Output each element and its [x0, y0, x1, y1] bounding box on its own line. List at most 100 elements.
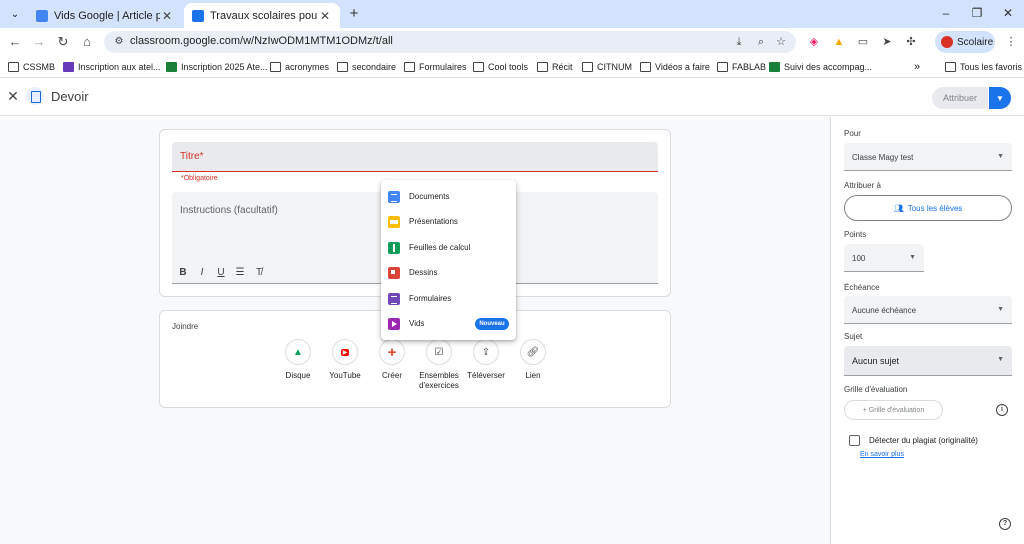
menu-item-drawings[interactable]: Dessins [381, 260, 516, 285]
close-window-icon[interactable]: ✕ [1000, 6, 1016, 20]
bookmark-all[interactable]: Tous les favoris [945, 60, 1022, 74]
title-placeholder: Titre* [180, 151, 204, 162]
folder-icon [945, 62, 956, 72]
back-arrow-icon[interactable]: ← [7, 34, 23, 50]
folder-icon [640, 62, 651, 72]
folder-icon [8, 62, 19, 72]
attach-link-button[interactable]: 🔗︎ Lien [503, 339, 563, 381]
bookmark-item[interactable]: Inscription 2025 Ate... [166, 60, 268, 74]
title-input[interactable]: Titre* [172, 142, 658, 172]
help-icon[interactable]: ? [999, 518, 1011, 530]
bookmark-item[interactable]: Formulaires [404, 60, 467, 74]
extension-icon[interactable]: ▲ [831, 34, 847, 50]
classroom-favicon-icon [192, 9, 204, 22]
avatar [941, 36, 953, 48]
bold-icon[interactable]: B [176, 266, 190, 280]
profile-button[interactable]: Scolaire [935, 31, 995, 53]
cursor-extension-icon[interactable]: ➤ [879, 34, 895, 50]
folder-icon [270, 62, 281, 72]
browser-tabstrip: ⌄ Vids Google | Article pédagogiqu ✕ Tra… [0, 0, 1024, 28]
dropdown-arrow-icon: ▼ [997, 306, 1004, 313]
extension-icon[interactable]: ◈ [806, 34, 822, 50]
folder-icon [473, 62, 484, 72]
points-select[interactable]: 100 ▼ [844, 244, 924, 272]
bookmark-item[interactable]: Récit [537, 60, 573, 74]
folder-icon [404, 62, 415, 72]
home-icon[interactable]: ⌂ [79, 34, 95, 50]
browser-tab-classroom[interactable]: Travaux scolaires pour Classe M ✕ [184, 3, 340, 28]
menu-item-spreadsheets[interactable]: Feuilles de calcul [381, 235, 516, 260]
menu-item-presentations[interactable]: Présentations [381, 209, 516, 234]
bookmark-item[interactable]: Cool tools [473, 60, 528, 74]
extensions-puzzle-icon[interactable]: ✣ [903, 34, 919, 50]
points-label: Points [844, 230, 867, 239]
drive-icon: ▲ [285, 339, 311, 365]
menu-item-documents[interactable]: Documents [381, 184, 516, 209]
plagiarism-label: Détecter du plagiat (originalité) [869, 436, 978, 445]
menu-item-forms[interactable]: Formulaires [381, 286, 516, 311]
upload-icon: ⇪ [473, 339, 499, 365]
tab-title: Vids Google | Article pédagogiqu [54, 9, 160, 22]
zoom-icon[interactable]: ⌕ [754, 35, 768, 49]
docs-icon [388, 190, 400, 203]
bulleted-list-icon[interactable]: ☰ [233, 266, 247, 280]
for-label: Pour [844, 129, 861, 138]
all-students-button[interactable]: 👥︎ Tous les élèves [844, 195, 1012, 221]
info-icon[interactable]: i [996, 404, 1008, 416]
tab-search-chevron-icon[interactable]: ⌄ [6, 5, 24, 23]
folder-icon [717, 62, 728, 72]
underline-icon[interactable]: U [214, 266, 228, 280]
bookmark-item[interactable]: secondaire [337, 60, 396, 74]
bookmark-item[interactable]: FABLAB [717, 60, 766, 74]
bookmarks-more-button[interactable]: » [914, 60, 920, 74]
people-icon: 👥︎ [893, 203, 904, 213]
bookmark-item[interactable]: Suivi des accompag... [769, 60, 872, 74]
youtube-icon: ▶ [332, 339, 358, 365]
kebab-menu-icon[interactable]: ⋮ [1003, 34, 1019, 50]
folder-icon [337, 62, 348, 72]
due-label: Échéance [844, 283, 880, 292]
add-rubric-button[interactable]: + Grille d'évaluation [844, 400, 943, 420]
assignment-icon [26, 87, 44, 105]
new-tab-button[interactable]: + [346, 6, 362, 22]
plus-icon: + [379, 339, 405, 365]
bookmark-item[interactable]: Vidéos a faire [640, 60, 710, 74]
plagiarism-checkbox[interactable] [849, 435, 860, 446]
restore-icon[interactable]: ❐ [969, 6, 985, 20]
close-tab-icon[interactable]: ✕ [160, 9, 174, 23]
extension-icon[interactable]: ▭ [855, 34, 871, 50]
topic-label: Sujet [844, 332, 863, 341]
create-menu: Documents Présentations Feuilles de calc… [381, 180, 516, 340]
attach-label: Joindre [172, 322, 199, 331]
forward-arrow-icon[interactable]: → [31, 34, 47, 50]
app-header: ✕ Devoir Attribuer ▼ [0, 78, 1024, 116]
forms-icon [388, 292, 400, 305]
bookmark-star-icon[interactable]: ☆ [774, 35, 788, 49]
class-select[interactable]: Classe Magy test ▼ [844, 143, 1012, 171]
learn-more-link[interactable]: En savoir plus [860, 451, 904, 458]
bookmark-item[interactable]: CITNUM [582, 60, 632, 74]
bookmark-item[interactable]: CSSMB [8, 60, 55, 74]
page-title: Devoir [51, 89, 89, 104]
reload-icon[interactable]: ↻ [55, 34, 71, 50]
install-app-icon[interactable]: ⤓ [732, 35, 746, 49]
close-tab-icon[interactable]: ✕ [318, 9, 332, 23]
due-date-select[interactable]: Aucune échéance ▼ [844, 296, 1012, 324]
address-bar[interactable]: ⚙ classroom.google.com/w/NzIwODM1MTM1ODM… [104, 31, 796, 53]
required-hint: *Obligatoire [181, 175, 218, 182]
italic-icon[interactable]: I [195, 266, 209, 280]
bookmark-item[interactable]: acronymes [270, 60, 329, 74]
assign-button[interactable]: Attribuer [932, 87, 988, 109]
bookmark-item[interactable]: Inscription aux atel... [63, 60, 161, 74]
minimize-icon[interactable]: – [938, 6, 954, 20]
close-icon[interactable]: ✕ [6, 89, 20, 103]
profile-label: Scolaire [957, 36, 994, 48]
bookmarks-bar: CSSMB Inscription aux atel... Inscriptio… [0, 56, 1024, 78]
browser-tab-vids[interactable]: Vids Google | Article pédagogiqu ✕ [28, 3, 182, 28]
clear-formatting-icon[interactable]: T̸ [252, 266, 266, 280]
site-info-icon[interactable]: ⚙ [112, 35, 126, 49]
url-text[interactable]: classroom.google.com/w/NzIwODM1MTM1ODMz/… [130, 35, 393, 47]
new-badge: Nouveau [475, 318, 509, 330]
topic-select[interactable]: Aucun sujet ▼ [844, 346, 1012, 376]
assign-dropdown-icon[interactable]: ▼ [989, 87, 1011, 109]
